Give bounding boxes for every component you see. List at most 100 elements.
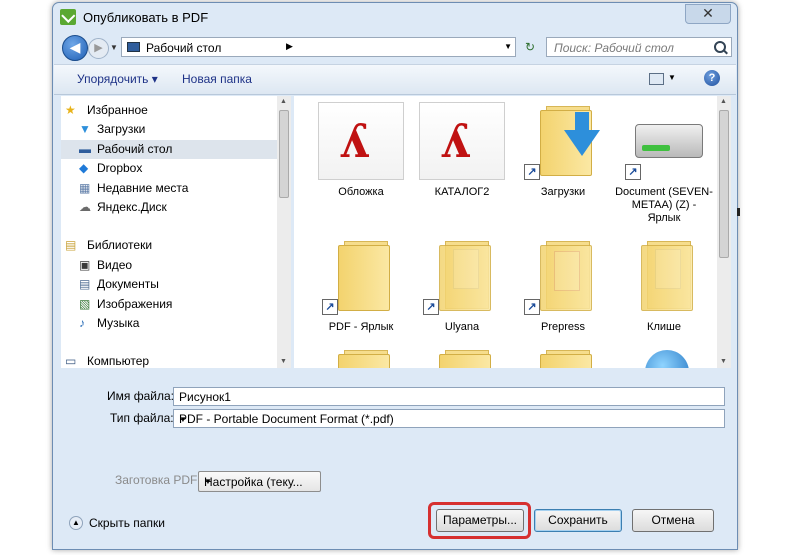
annotation-highlight xyxy=(428,502,531,539)
shortcut-arrow-icon: ↗ xyxy=(423,299,439,315)
new-folder-button[interactable]: Новая папка xyxy=(182,72,252,86)
shortcut-arrow-icon: ↗ xyxy=(524,299,540,315)
filename-label: Имя файла: xyxy=(107,389,174,403)
nav-label: Музыка xyxy=(97,316,140,330)
file-label: Ulyana xyxy=(444,321,480,333)
scroll-thumb[interactable] xyxy=(719,110,729,258)
scroll-thumb[interactable] xyxy=(279,110,289,198)
video-icon: ▣ xyxy=(79,258,91,272)
chevron-down-icon[interactable]: ▼ xyxy=(179,415,720,424)
images-icon: ▧ xyxy=(79,297,91,311)
nav-label: Видео xyxy=(97,258,133,272)
address-bar: ◀ ▶ ▼ Рабочий стол ▶ ▼ ↻ Поиск: Рабочий … xyxy=(59,33,732,63)
file-item-document-drive[interactable]: ↗ Document (SEVEN-METAA) (Z) - Ярлык xyxy=(614,98,714,228)
title-bar: Опубликовать в PDF ✕ xyxy=(53,3,737,33)
chevron-down-icon[interactable]: ▼ xyxy=(504,42,512,51)
pdf-file-icon: ʎ xyxy=(318,102,404,180)
computer-icon: ▭ xyxy=(65,354,77,368)
search-icon[interactable] xyxy=(714,41,726,53)
file-label: Обложка xyxy=(338,186,384,198)
path-field[interactable]: Рабочий стол ▶ ▼ xyxy=(121,37,516,57)
nav-label: Недавние места xyxy=(97,181,189,195)
scroll-up-icon[interactable]: ▲ xyxy=(720,98,727,105)
path-text[interactable]: Рабочий стол xyxy=(146,41,221,55)
cancel-button[interactable]: Отмена xyxy=(632,509,714,532)
sidebar-item-images[interactable]: ▧ Изображения xyxy=(61,295,277,314)
forward-button[interactable]: ▶ xyxy=(88,38,109,59)
pdf-file-icon: ʎ xyxy=(419,102,505,180)
nav-group-libraries[interactable]: ▤ Библиотеки xyxy=(61,236,277,255)
file-item-katalog2[interactable]: ʎ КАТАЛОГ2 xyxy=(412,98,512,228)
nav-label: Документы xyxy=(97,277,159,291)
filename-input[interactable]: Рисунок1 xyxy=(173,387,725,406)
help-icon[interactable]: ? xyxy=(704,70,720,86)
folder-icon: ↗ xyxy=(318,237,404,315)
file-list-scrollbar[interactable]: ▲ ▼ xyxy=(717,96,731,368)
pdf-preset-label: Заготовка PDF: xyxy=(115,473,201,487)
scroll-up-icon[interactable]: ▲ xyxy=(280,98,287,105)
download-folder-icon: ▼ xyxy=(79,122,91,136)
nav-label: Библиотеки xyxy=(87,238,153,252)
chevron-right-icon[interactable]: ▶ xyxy=(286,41,293,52)
file-item-oblozhka[interactable]: ʎ Обложка xyxy=(311,98,411,228)
file-label: Загрузки xyxy=(540,186,586,198)
chevron-up-icon[interactable]: ▲ xyxy=(69,516,83,530)
history-dropdown-icon[interactable]: ▼ xyxy=(110,43,118,52)
folder-icon: ↗ xyxy=(520,237,606,315)
desktop-icon: ▬ xyxy=(79,142,91,156)
hide-folders-label[interactable]: Скрыть папки xyxy=(89,516,165,530)
file-label: Клише xyxy=(647,321,681,333)
scroll-down-icon[interactable]: ▼ xyxy=(720,358,727,365)
star-icon: ★ xyxy=(65,103,76,117)
close-button[interactable]: ✕ xyxy=(685,4,731,24)
file-item-partial[interactable] xyxy=(311,342,411,368)
nav-label: Dropbox xyxy=(97,161,143,175)
app-icon xyxy=(60,9,76,25)
file-label: PDF - Ярлык xyxy=(328,321,394,333)
nav-group-favorites[interactable]: ★ Избранное xyxy=(61,101,277,120)
refresh-button[interactable]: ↻ xyxy=(518,37,542,57)
search-input[interactable]: Поиск: Рабочий стол xyxy=(546,37,732,57)
nav-label: Компьютер xyxy=(87,354,150,368)
view-options-icon[interactable] xyxy=(649,73,664,85)
folder-icon xyxy=(419,346,505,368)
sidebar-item-music[interactable]: ♪ Музыка xyxy=(61,314,277,333)
chevron-down-icon[interactable]: ▼ xyxy=(204,477,316,486)
file-item-partial[interactable] xyxy=(513,342,613,368)
search-placeholder: Поиск: Рабочий стол xyxy=(554,41,674,55)
sidebar-item-yadisk[interactable]: ☁ Яндекс.Диск xyxy=(61,198,277,217)
scroll-down-icon[interactable]: ▼ xyxy=(280,358,287,365)
sidebar-item-recent[interactable]: ▦ Недавние места xyxy=(61,179,277,198)
window-title: Опубликовать в PDF xyxy=(83,10,209,25)
globe-icon xyxy=(621,346,707,368)
nav-label: Яндекс.Диск xyxy=(97,200,167,214)
downloads-folder-icon: ↗ xyxy=(520,102,606,180)
shortcut-arrow-icon: ↗ xyxy=(322,299,338,315)
file-item-zagruzki[interactable]: ↗ Загрузки xyxy=(513,98,613,228)
pdf-preset-select[interactable]: Настройка (теку... ▼ xyxy=(198,471,321,492)
sidebar-item-downloads[interactable]: ▼ Загрузки xyxy=(61,120,277,139)
organize-button[interactable]: Упорядочить ▾ xyxy=(77,72,158,86)
nav-label: Изображения xyxy=(97,297,173,311)
file-item-partial[interactable] xyxy=(614,342,714,368)
file-list: ʎ Обложка ʎ КАТАЛОГ2 ↗ Загрузки ↗ Docume… xyxy=(294,96,731,368)
nav-label: Избранное xyxy=(87,103,148,117)
shortcut-arrow-icon: ↗ xyxy=(625,164,641,180)
sidebar-item-documents[interactable]: ▤ Документы xyxy=(61,275,277,294)
file-item-partial[interactable] xyxy=(412,342,512,368)
edge-mark xyxy=(737,208,740,216)
sidebar-item-video[interactable]: ▣ Видео xyxy=(61,256,277,275)
navigation-pane: ★ Избранное ▼ Загрузки ▬ Рабочий стол ◆ … xyxy=(61,96,291,368)
sidebar-item-desktop[interactable]: ▬ Рабочий стол xyxy=(61,140,277,159)
filename-value[interactable]: Рисунок1 xyxy=(179,390,231,404)
view-dropdown-icon[interactable]: ▼ xyxy=(668,73,676,82)
sidebar-item-dropbox[interactable]: ◆ Dropbox xyxy=(61,159,277,178)
nav-scrollbar[interactable]: ▲ ▼ xyxy=(277,96,291,368)
filetype-select[interactable]: PDF - Portable Document Format (*.pdf) ▼ xyxy=(173,409,725,428)
nav-group-computer[interactable]: ▭ Компьютер xyxy=(61,352,277,368)
back-button[interactable]: ◀ xyxy=(62,35,88,61)
save-button[interactable]: Сохранить xyxy=(534,509,622,532)
folder-icon xyxy=(621,237,707,315)
network-drive-icon: ↗ xyxy=(621,102,707,180)
file-label: Document (SEVEN-METAA) (Z) - Ярлык xyxy=(615,186,713,224)
